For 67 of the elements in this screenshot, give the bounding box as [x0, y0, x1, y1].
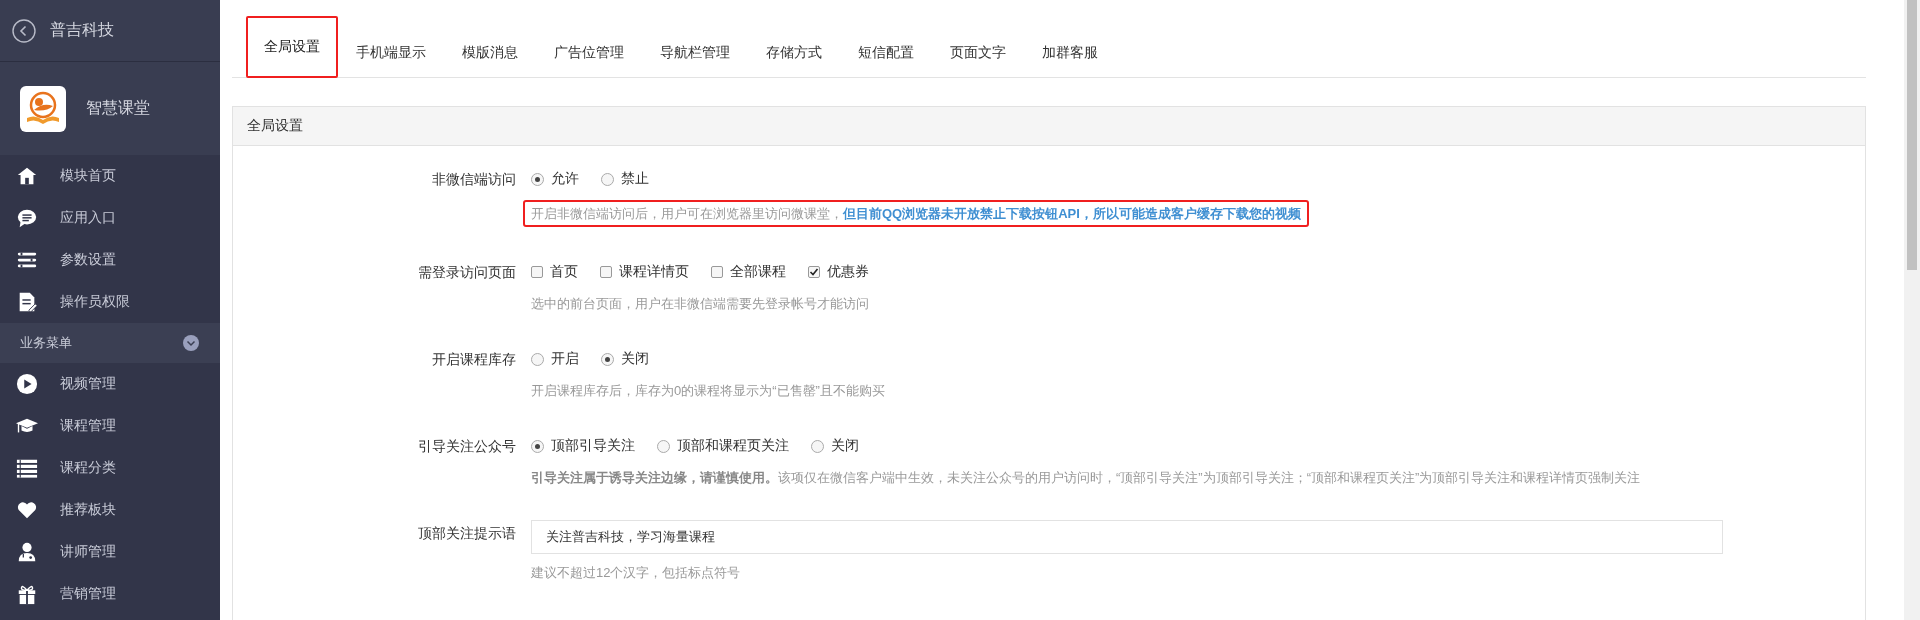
chat-icon [16, 207, 38, 229]
tab[interactable]: 加群客服 [1024, 30, 1116, 76]
radio-button[interactable] [531, 172, 544, 186]
radio-option[interactable]: 顶部和课程页关注 [657, 437, 789, 455]
sidebar-item[interactable]: 课程管理 [0, 405, 220, 447]
sidebar-item[interactable]: 应用入口 [0, 197, 220, 239]
radio-button[interactable] [531, 439, 544, 453]
sidebar-item[interactable]: 参数设置 [0, 239, 220, 281]
radio-button[interactable] [531, 352, 544, 366]
company-name: 普吉科技 [50, 20, 114, 40]
tab[interactable]: 全局设置 [246, 16, 338, 78]
play-icon [16, 373, 38, 395]
sidebar-item[interactable]: 课程分类 [0, 447, 220, 489]
tab[interactable]: 存储方式 [748, 30, 840, 76]
field-label: 顶部关注提示语 [417, 524, 516, 543]
radio-option[interactable]: 关闭 [811, 437, 859, 455]
tab[interactable]: 页面文字 [932, 30, 1024, 76]
sidebar-item[interactable]: 模块首页 [0, 155, 220, 197]
sidebar-item[interactable]: 操作员权限 [0, 281, 220, 323]
tab[interactable]: 导航栏管理 [642, 30, 748, 76]
panel-title: 全局设置 [233, 107, 1865, 146]
field-label: 开启课程库存 [431, 350, 516, 369]
list-icon [16, 457, 38, 479]
back-icon[interactable] [12, 18, 36, 43]
tab[interactable]: 手机端显示 [338, 30, 444, 76]
menu-section-header[interactable]: 业务菜单 [0, 323, 220, 363]
checkbox[interactable] [600, 266, 612, 278]
tab[interactable]: 广告位管理 [536, 30, 642, 76]
radio-button[interactable] [811, 439, 824, 453]
scrollbar[interactable] [1904, 0, 1920, 620]
field-label: 需登录访问页面 [417, 263, 516, 282]
radio-button[interactable] [657, 439, 670, 453]
person-icon [16, 541, 38, 563]
sidebar-item[interactable]: 讲师管理 [0, 531, 220, 573]
checkbox[interactable] [711, 266, 723, 278]
radio-option[interactable]: 顶部引导关注 [531, 437, 635, 455]
chevron-icon[interactable] [182, 334, 200, 352]
checkbox-option[interactable]: 课程详情页 [600, 263, 689, 281]
radio-option[interactable]: 禁止 [601, 170, 649, 188]
hint-text: 开启课程库存后，库存为0的课程将显示为“已售罄”且不能购买 [531, 382, 886, 400]
sidebar-item[interactable]: 营销管理 [0, 573, 220, 615]
sidebar-item[interactable]: 视频管理 [0, 363, 220, 405]
hint-text: 选中的前台页面，用户在非微信端需要先登录帐号才能访问 [531, 295, 870, 313]
radio-button[interactable] [601, 172, 614, 186]
tab[interactable]: 短信配置 [840, 30, 932, 76]
sidebar-item[interactable]: 推荐板块 [0, 489, 220, 531]
checkbox[interactable] [531, 266, 543, 278]
checkbox-option[interactable]: 全部课程 [711, 263, 786, 281]
field-label: 引导关注公众号 [417, 437, 516, 456]
radio-option[interactable]: 允许 [531, 170, 579, 188]
hint-text: 引导关注属于诱导关注边缘，请谨慎使用。该项仅在微信客户端中生效，未关注公众号的用户访问时，“顶部引导关注”为顶部引导关注；“顶部和课程页关注”为顶部引导关注和课程详情页强制关注 [531, 469, 1642, 487]
text-field[interactable]: 关注普吉科技，学习海量课程 [531, 520, 1723, 554]
tab[interactable]: 模版消息 [444, 30, 536, 76]
gift-icon [16, 583, 38, 605]
checkbox[interactable] [808, 266, 820, 278]
field-label: 非微信端访问 [431, 170, 516, 189]
radio-button[interactable] [601, 352, 614, 366]
checkbox-option[interactable]: 优惠券 [808, 263, 869, 281]
home-icon [16, 165, 38, 187]
heart-icon [16, 499, 38, 521]
hint-text: 建议不超过12个汉字，包括标点符号 [531, 564, 742, 582]
checkbox-option[interactable]: 首页 [531, 263, 578, 281]
app-name: 智慧课堂 [86, 98, 150, 118]
radio-option[interactable]: 开启 [531, 350, 579, 368]
radio-option[interactable]: 关闭 [601, 350, 649, 368]
hint-text: 开启非微信端访问后，用户可在浏览器里访问微课堂，但目前QQ浏览器未开放禁止下载按钮API，所以可能造成客户缓存下载您的视频 [523, 200, 1309, 227]
app-logo [20, 85, 66, 132]
